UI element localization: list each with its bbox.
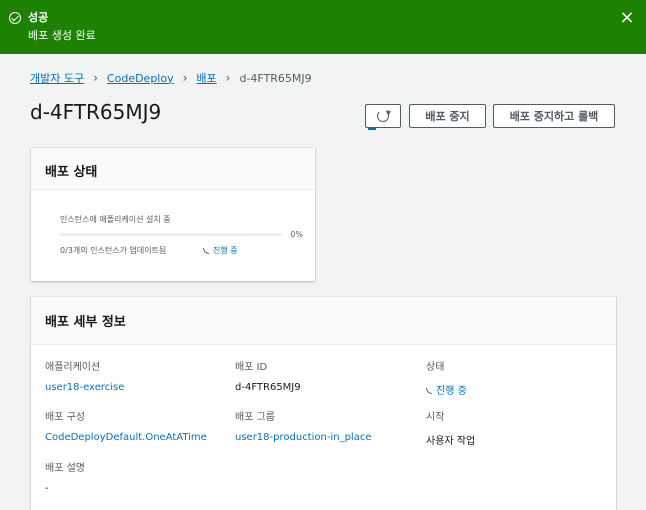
panel-title: 배포 상태: [45, 165, 98, 180]
breadcrumb: 개발자 도구 › CodeDeploy › 배포 › d-4FTR65MJ9: [30, 70, 312, 86]
field-deployment-id: 배포 ID d-4FTR65MJ9: [235, 358, 301, 393]
breadcrumb-codedeploy[interactable]: CodeDeploy: [107, 72, 174, 85]
progress-status-text: 진행 중: [213, 246, 238, 255]
chevron-right-icon: ›: [225, 71, 231, 85]
check-circle-icon: [9, 12, 21, 24]
config-link[interactable]: CodeDeployDefault.OneAtATime: [45, 432, 207, 443]
field-status: 상태 진행 중: [426, 358, 467, 397]
spinner-icon: [426, 388, 432, 394]
flash-message: 배포 생성 완료: [28, 29, 96, 42]
progress-status: 진행 중: [203, 245, 238, 256]
stop-and-rollback-button[interactable]: 배포 중지하고 롤백: [493, 104, 615, 128]
field-label: 배포 설명: [45, 463, 85, 474]
field-group: 배포 그룹 user18-production-in_place: [235, 408, 371, 443]
field-label: 애플리케이션: [45, 362, 101, 373]
field-label: 배포 그룹: [235, 412, 275, 423]
focus-underline: [368, 128, 376, 130]
field-value: 사용자 작업: [426, 436, 476, 447]
panel-header: 배포 상태: [31, 148, 315, 190]
page-title: d-4FTR65MJ9: [30, 100, 162, 124]
refresh-button[interactable]: [365, 104, 401, 130]
chevron-right-icon: ›: [93, 71, 98, 85]
success-flashbar: 성공 배포 생성 완료 ×: [0, 0, 646, 54]
panel-title: 배포 세부 정보: [45, 315, 126, 330]
refresh-icon: [377, 110, 389, 122]
panel-header: 배포 세부 정보: [31, 297, 616, 345]
field-label: 배포 구성: [45, 412, 85, 423]
application-link[interactable]: user18-exercise: [45, 382, 124, 393]
progress-detail: 0/3개의 인스턴스가 업데이트됨: [60, 246, 167, 255]
progress-label: 인스턴스에 애플리케이션 설치 중: [60, 215, 171, 224]
field-label: 시작: [426, 412, 445, 423]
field-label: 배포 ID: [235, 362, 268, 373]
progress-bar: [60, 233, 282, 236]
status-value: 진행 중: [426, 382, 467, 397]
chevron-right-icon: ›: [182, 71, 188, 85]
field-value: -: [45, 483, 49, 494]
spinner-icon: [203, 247, 209, 254]
breadcrumb-current: d-4FTR65MJ9: [239, 71, 312, 85]
status-text: 진행 중: [436, 386, 467, 397]
deployment-details-panel: 배포 세부 정보 애플리케이션 user18-exercise 배포 ID d-…: [31, 297, 616, 510]
close-icon[interactable]: ×: [619, 9, 635, 27]
deployment-status-panel: 배포 상태 인스턴스에 애플리케이션 설치 중 0% 0/3개의 인스턴스가 업…: [31, 148, 315, 281]
breadcrumb-developer-tools[interactable]: 개발자 도구: [30, 70, 84, 86]
field-config: 배포 구성 CodeDeployDefault.OneAtATime: [45, 408, 207, 443]
group-link[interactable]: user18-production-in_place: [235, 432, 371, 443]
stop-deployment-button[interactable]: 배포 중지: [409, 104, 486, 128]
field-start: 시작 사용자 작업: [426, 408, 475, 447]
progress-percent: 0%: [290, 230, 303, 239]
field-description: 배포 설명 -: [45, 459, 85, 494]
breadcrumb-deployments[interactable]: 배포: [196, 70, 216, 86]
field-label: 상태: [426, 362, 445, 373]
field-value: d-4FTR65MJ9: [235, 382, 301, 393]
flash-title: 성공: [28, 11, 49, 24]
field-application: 애플리케이션 user18-exercise: [45, 358, 124, 393]
